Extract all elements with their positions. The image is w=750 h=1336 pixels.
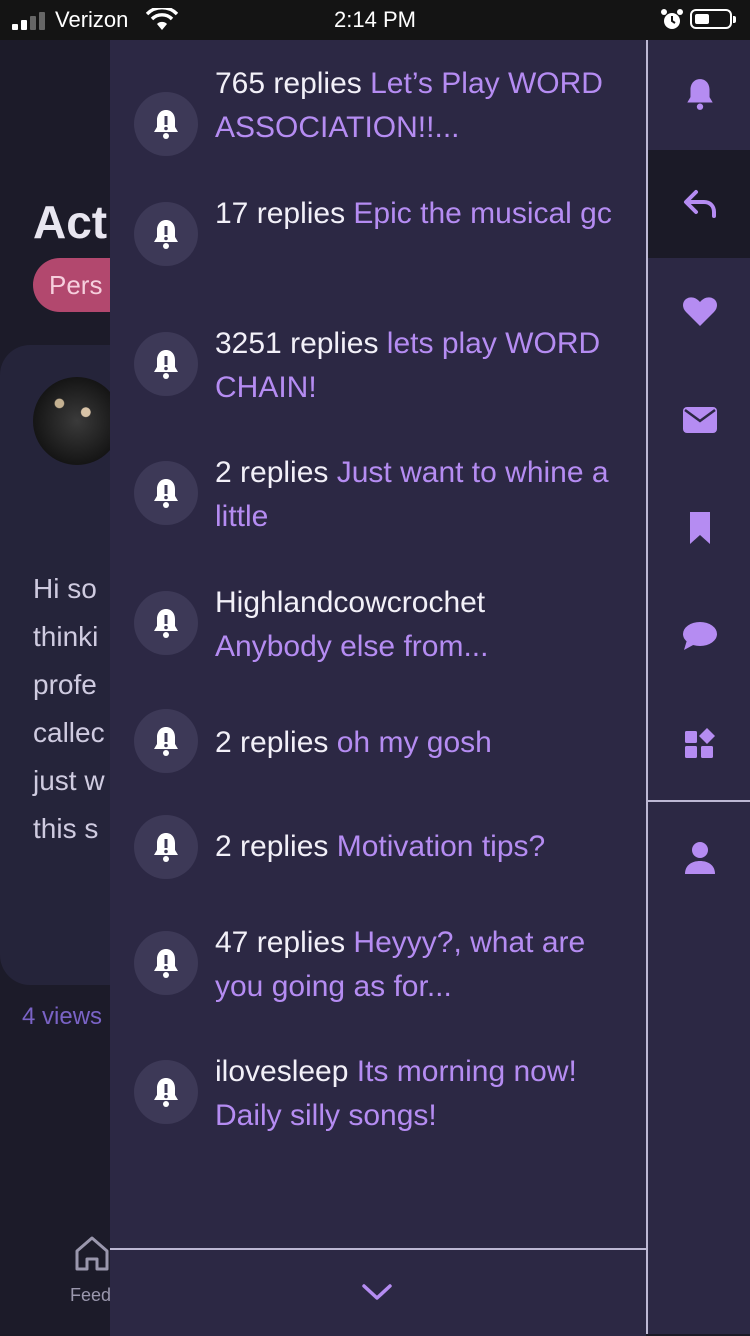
- notification-text: 765 replies Let’s Play WORD ASSOCIATION!…: [215, 62, 635, 150]
- post-body-line: callec: [33, 717, 105, 748]
- post-body-line: this s: [33, 813, 99, 844]
- post-body-line: Hi so: [33, 573, 97, 604]
- bell-icon: [134, 332, 198, 396]
- bell-icon: [134, 461, 198, 525]
- notifications-panel: 765 replies Let’s Play WORD ASSOCIATION!…: [110, 40, 646, 1334]
- notification-topic[interactable]: Epic the musical gc: [353, 197, 611, 230]
- notification-text: 47 replies Heyyy?, what are you going as…: [215, 921, 635, 1009]
- widgets-button[interactable]: [648, 690, 750, 798]
- notification-author: 3251 replies: [215, 327, 379, 360]
- chats-button[interactable]: [648, 582, 750, 690]
- notifications-button[interactable]: [648, 40, 750, 148]
- alarm-icon: [661, 9, 683, 29]
- post-body-line: thinki: [33, 621, 99, 652]
- widgets-icon: [685, 728, 715, 758]
- notification-author: 2 replies: [215, 456, 329, 489]
- page-title: Act: [33, 196, 108, 248]
- messages-button[interactable]: [648, 366, 750, 474]
- envelope-icon: [683, 407, 717, 433]
- post-body-line: profe: [33, 669, 97, 700]
- heart-icon: [683, 297, 717, 326]
- likes-button[interactable]: [648, 258, 750, 366]
- notification-text: Highlandcowcrochet Anybody else from...: [215, 581, 635, 669]
- bell-icon: [134, 202, 198, 266]
- notification-author: ilovesleep: [215, 1055, 349, 1088]
- filter-chip-label: Pers: [49, 270, 103, 300]
- notification-text: 2 replies oh my gosh: [215, 721, 635, 765]
- clock: 2:14 PM: [334, 7, 416, 32]
- bell-icon: [687, 79, 713, 110]
- home-icon[interactable]: [72, 1233, 112, 1273]
- right-rail: [646, 40, 750, 1334]
- profile-button[interactable]: [648, 804, 750, 912]
- notification-text: 2 replies Just want to whine a little: [215, 451, 635, 539]
- notification-author: 17 replies: [215, 197, 346, 230]
- notification-topic[interactable]: oh my gosh: [337, 726, 492, 759]
- chevron-down-icon[interactable]: [360, 1280, 394, 1304]
- notification-author: 765 replies: [215, 67, 362, 100]
- post-body-line: just w: [33, 765, 105, 796]
- chat-bubble-icon: [683, 622, 717, 650]
- notification-author: 47 replies: [215, 926, 346, 959]
- replies-button[interactable]: [648, 150, 750, 258]
- bell-icon: [134, 92, 198, 156]
- notification-author: Highlandcowcrochet: [215, 586, 486, 619]
- bell-icon: [134, 591, 198, 655]
- bell-icon: [134, 815, 198, 879]
- notification-topic[interactable]: Anybody else from...: [215, 630, 488, 663]
- notification-text: 3251 replies lets play WORD CHAIN!: [215, 322, 635, 410]
- bookmark-icon: [690, 512, 710, 544]
- status-bar: Verizon 2:14 PM: [0, 0, 750, 40]
- notification-text: 2 replies Motivation tips?: [215, 825, 635, 869]
- post-body: Hi so thinki profe callec just w this s: [33, 565, 105, 853]
- battery-icon: [690, 9, 736, 29]
- views-count: 4 views: [22, 1003, 103, 1030]
- reply-icon: [684, 190, 716, 218]
- notification-author: 2 replies: [215, 726, 329, 759]
- notification-author: 2 replies: [215, 830, 329, 863]
- rail-divider: [648, 800, 750, 802]
- person-icon: [685, 842, 715, 874]
- notification-text: 17 replies Epic the musical gc: [215, 192, 635, 236]
- nav-feed-label: Feed: [70, 1285, 112, 1305]
- bookmarks-button[interactable]: [648, 474, 750, 582]
- avatar[interactable]: [33, 377, 121, 465]
- notification-text: ilovesleep Its morning now! Daily silly …: [215, 1050, 635, 1138]
- bell-icon: [134, 1060, 198, 1124]
- notification-topic[interactable]: Motivation tips?: [337, 830, 545, 863]
- bell-icon: [134, 709, 198, 773]
- panel-footer: [110, 1248, 646, 1336]
- bell-icon: [134, 931, 198, 995]
